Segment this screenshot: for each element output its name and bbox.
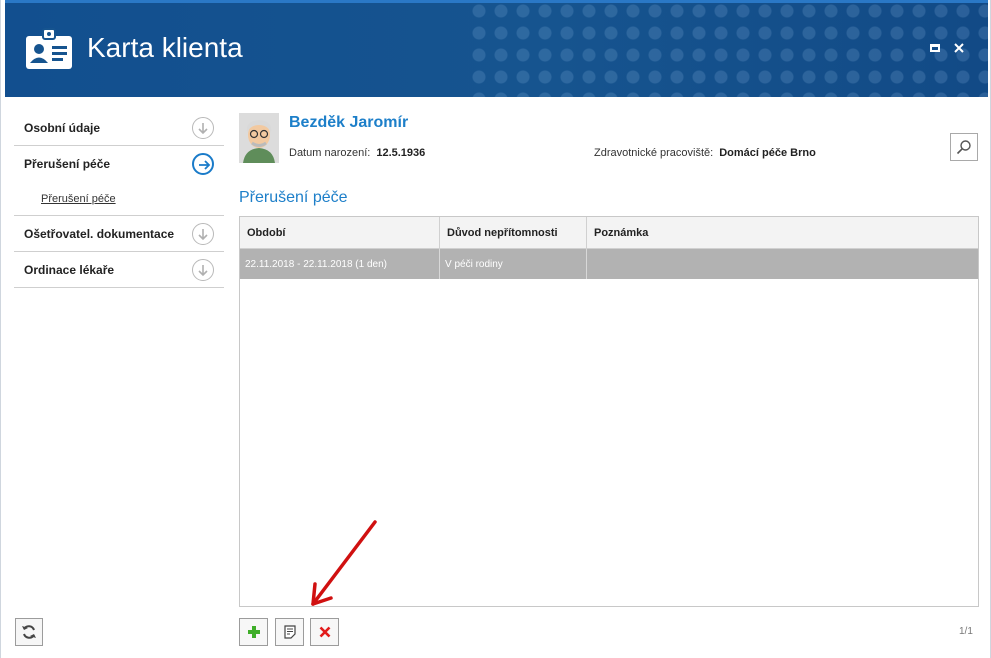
sidebar-item-label: Přerušení péče [24, 157, 111, 171]
sidebar-item-ordinace-lekare[interactable]: Ordinace lékaře [14, 252, 224, 288]
edit-button[interactable] [275, 618, 304, 646]
sidebar: Osobní údaje Přerušení péče Přerušení pé… [14, 110, 224, 288]
cell-note [587, 249, 978, 279]
maximize-button[interactable] [927, 40, 943, 56]
id-card-icon [26, 28, 72, 69]
column-header-duvod[interactable]: Důvod nepřítomnosti [440, 217, 587, 248]
chevron-down-circle-icon [192, 259, 214, 281]
sidebar-item-label: Osobní údaje [24, 120, 101, 135]
elderly-man-avatar-icon [239, 113, 279, 163]
chevron-down-circle-icon [192, 117, 214, 139]
sidebar-item-osobni-udaje[interactable]: Osobní údaje [14, 110, 224, 146]
client-avatar [239, 113, 279, 163]
healthcare-workplace: Zdravotnické pracoviště: Domácí péče Brno [594, 147, 816, 159]
sidebar-item-preruseni-pece[interactable]: Přerušení péče [14, 146, 224, 182]
table-row[interactable]: 22.11.2018 - 22.11.2018 (1 den) V péči r… [240, 249, 978, 279]
cell-period: 22.11.2018 - 22.11.2018 (1 den) [240, 249, 440, 279]
delete-x-icon [319, 626, 330, 638]
sidebar-subitem-preruseni-pece[interactable]: Přerušení péče [14, 182, 224, 216]
sidebar-item-label: Ošetřovatel. dokumentace [24, 226, 175, 241]
date-of-birth: Datum narození: 12.5.1936 [289, 147, 425, 159]
dob-label: Datum narození: [289, 147, 371, 159]
dob-value: 12.5.1936 [376, 147, 426, 159]
sidebar-item-label: Ordinace lékaře [24, 262, 115, 277]
section-title: Přerušení péče [239, 189, 348, 206]
close-button[interactable] [951, 40, 967, 56]
window-title: Karta klienta [87, 32, 243, 63]
search-button[interactable] [950, 133, 978, 161]
arrow-right-circle-icon [192, 153, 214, 175]
cell-reason: V péči rodiny [440, 249, 587, 279]
plus-icon [247, 626, 260, 638]
sidebar-item-osetrovatel-dokumentace[interactable]: Ošetřovatel. dokumentace [14, 216, 224, 252]
chevron-down-circle-icon [192, 223, 214, 245]
client-name: Bezděk Jaromír [289, 114, 409, 131]
close-icon [954, 43, 964, 53]
table-header: Období Důvod nepřítomnosti Poznámka [240, 217, 978, 249]
client-card-window: Karta klienta Osobní údaje Přerušení péč… [0, 0, 991, 658]
delete-button[interactable] [310, 618, 339, 646]
annotation-arrow-icon [311, 520, 377, 606]
edit-document-icon [283, 625, 296, 639]
workplace-label: Zdravotnické pracoviště: [594, 147, 714, 159]
column-header-obdobi[interactable]: Období [240, 217, 440, 248]
refresh-button[interactable] [15, 618, 43, 646]
pager: 1/1 [959, 626, 973, 637]
search-icon [956, 140, 971, 155]
refresh-icon [22, 625, 36, 639]
add-button[interactable] [239, 618, 268, 646]
maximize-icon [930, 44, 940, 52]
window-header: Karta klienta [5, 0, 988, 97]
column-header-poznamka[interactable]: Poznámka [587, 217, 978, 248]
workplace-value: Domácí péče Brno [719, 147, 816, 159]
